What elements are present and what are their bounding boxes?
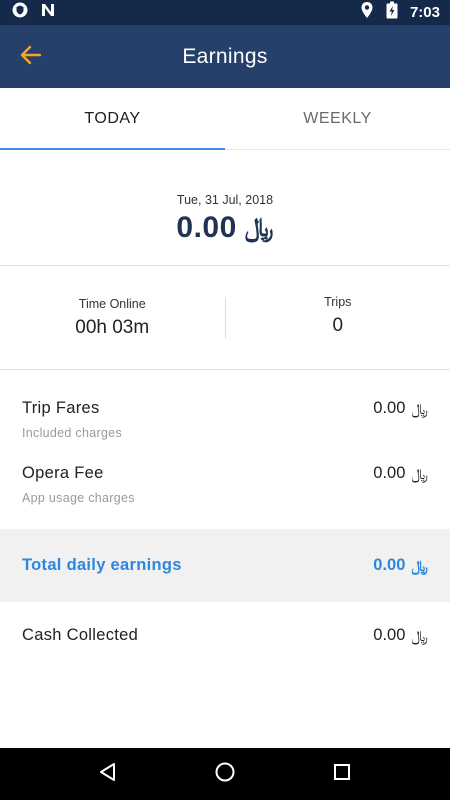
row-title: Cash Collected [22, 626, 139, 644]
currency-symbol: ﷼ [411, 399, 428, 418]
page-title: Earnings [182, 44, 268, 68]
amount-value: 0.00 [373, 464, 406, 482]
app-bar: Earnings [0, 25, 450, 88]
system-nav-bar [0, 748, 450, 800]
summary-amount: 0.00 ﷼ [176, 211, 273, 245]
battery-icon [386, 1, 398, 24]
breakdown-row-opera-fee: Opera Fee App usage charges 0.00 ﷼ [0, 464, 450, 505]
amount-value: 0.00 [373, 399, 406, 417]
status-right: 7:03 [360, 1, 440, 24]
home-circle-icon [214, 761, 236, 788]
shield-icon [12, 2, 28, 23]
currency-symbol: ﷼ [411, 556, 428, 575]
currency-symbol: ﷼ [411, 464, 428, 483]
total-daily-earnings: Total daily earnings 0.00 ﷼ [0, 529, 450, 602]
row-amount: 0.00 ﷼ [373, 464, 428, 483]
currency-symbol: ﷼ [244, 212, 274, 243]
stat-value: 00h 03m [75, 316, 150, 338]
stats-row: Time Online 00h 03m Trips 0 [0, 266, 450, 370]
status-time: 7:03 [409, 4, 440, 21]
summary-amount-value: 0.00 [176, 211, 237, 244]
cash-collected-row: Cash Collected 0.00 ﷼ [0, 626, 450, 645]
amount-value: 0.00 [373, 556, 406, 574]
row-text: Trip Fares Included charges [22, 399, 122, 440]
tab-weekly[interactable]: WEEKLY [225, 88, 450, 149]
row-amount: 0.00 ﷼ [373, 626, 428, 645]
status-bar: 7:03 [0, 0, 450, 25]
status-left [12, 2, 56, 23]
stat-value: 0 [332, 314, 344, 336]
row-title: Trip Fares [22, 399, 100, 417]
currency-symbol: ﷼ [411, 626, 428, 645]
back-triangle-icon [98, 762, 118, 787]
row-amount: 0.00 ﷼ [373, 399, 428, 418]
nav-home-button[interactable] [201, 754, 249, 794]
stat-time-online: Time Online 00h 03m [0, 297, 225, 339]
tab-bar: TODAY WEEKLY [0, 88, 450, 150]
location-icon [360, 1, 374, 24]
row-subtitle: Included charges [22, 426, 123, 440]
earnings-summary: Tue, 31 Jul, 2018 0.00 ﷼ [0, 150, 450, 266]
tab-today[interactable]: TODAY [0, 88, 225, 150]
breakdown-row-trip-fares: Trip Fares Included charges 0.00 ﷼ [0, 399, 450, 440]
recents-square-icon [333, 763, 351, 786]
stat-trips: Trips 0 [226, 295, 450, 337]
row-subtitle: App usage charges [22, 491, 135, 505]
summary-date: Tue, 31 Jul, 2018 [176, 193, 274, 207]
total-amount: 0.00 ﷼ [373, 556, 428, 575]
stat-label: Time Online [78, 296, 146, 311]
back-button[interactable] [16, 43, 46, 71]
amount-value: 0.00 [373, 626, 406, 644]
nav-back-button[interactable] [84, 754, 132, 794]
stat-label: Trips [324, 294, 352, 309]
n-notification-icon [40, 2, 56, 23]
total-label: Total daily earnings [22, 556, 182, 574]
nav-recents-button[interactable] [318, 754, 366, 794]
arrow-left-icon [20, 45, 42, 70]
row-text: Opera Fee App usage charges [22, 464, 135, 505]
row-title: Opera Fee [22, 464, 104, 482]
